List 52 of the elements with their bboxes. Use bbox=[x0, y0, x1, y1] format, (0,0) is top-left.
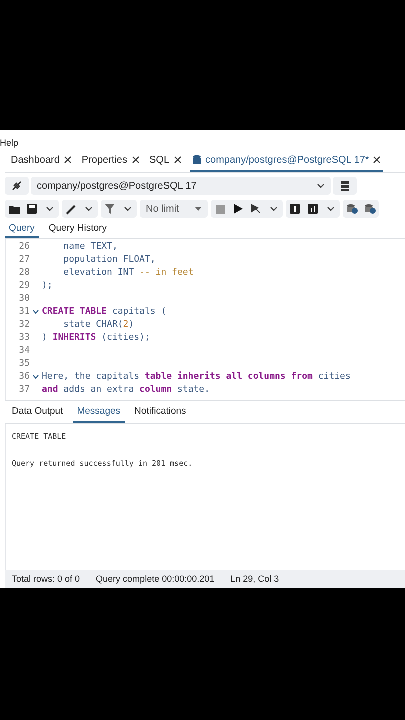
tab[interactable]: SQL bbox=[148, 150, 184, 172]
line-number: 34 bbox=[18, 346, 30, 356]
caret-icon[interactable] bbox=[46, 206, 54, 212]
line-number: 33 bbox=[18, 332, 30, 342]
caret-icon[interactable] bbox=[85, 206, 93, 212]
line-number: 36 bbox=[18, 372, 30, 382]
result-tab[interactable]: Notifications bbox=[130, 401, 190, 423]
connection-select[interactable]: company/postgres@PostgreSQL 17 bbox=[31, 177, 331, 195]
line-number: 29 bbox=[18, 280, 30, 290]
code-line: elevation INT -- in feet bbox=[62, 268, 194, 278]
line-number: 26 bbox=[18, 242, 30, 252]
connection-icon[interactable] bbox=[5, 177, 29, 195]
code-line: and adds an extra column state. bbox=[42, 384, 210, 394]
code-line: population FLOAT, bbox=[62, 254, 156, 264]
code-line: ); bbox=[42, 280, 53, 290]
close-icon[interactable] bbox=[132, 156, 140, 164]
status-text: Ln 29, Col 3 bbox=[230, 574, 280, 584]
line-number: 37 bbox=[18, 384, 30, 394]
caret-icon[interactable] bbox=[317, 183, 325, 189]
fold-icon[interactable] bbox=[32, 374, 38, 378]
caret-icon[interactable] bbox=[327, 206, 335, 212]
close-icon[interactable] bbox=[64, 156, 72, 164]
menu-item[interactable]: Help bbox=[0, 138, 21, 150]
line-number: 31 bbox=[18, 306, 30, 316]
line-number: 35 bbox=[18, 358, 30, 368]
editor-tab[interactable]: Query bbox=[5, 220, 39, 238]
caret-icon[interactable] bbox=[124, 206, 132, 212]
line-number: 27 bbox=[18, 254, 30, 264]
code-line: CREATE TABLE capitals ( bbox=[42, 306, 167, 316]
close-icon[interactable] bbox=[174, 156, 182, 164]
caret-icon[interactable] bbox=[270, 206, 278, 212]
caret-icon bbox=[195, 207, 202, 211]
database-icon bbox=[192, 155, 202, 165]
result-tab[interactable]: Data Output bbox=[8, 401, 68, 423]
code-line: ) INHERITS (cities); bbox=[42, 332, 150, 342]
limit-select[interactable]: No limit bbox=[140, 200, 208, 218]
server-icon[interactable] bbox=[333, 177, 357, 195]
code-line: Here, the capitals table inherits all columns from cities bbox=[42, 372, 351, 382]
result-tab[interactable]: Messages bbox=[73, 401, 125, 423]
tab[interactable]: Properties bbox=[80, 150, 142, 172]
tab[interactable]: company/postgres@PostgreSQL 17* bbox=[190, 150, 384, 172]
close-icon[interactable] bbox=[373, 156, 382, 164]
line-number: 32 bbox=[18, 320, 30, 330]
editor-tab[interactable]: Query History bbox=[44, 220, 111, 238]
fold-icon[interactable] bbox=[32, 310, 38, 314]
status-text: Query complete 00:00:00.201 bbox=[96, 574, 215, 584]
line-number: 28 bbox=[18, 268, 30, 278]
line-number: 30 bbox=[18, 294, 30, 304]
status-text: Total rows: 0 of 0 bbox=[12, 574, 80, 584]
code-line: name TEXT, bbox=[62, 242, 118, 252]
tab[interactable]: Dashboard bbox=[9, 150, 74, 172]
code-line: state CHAR(2) bbox=[62, 320, 134, 330]
